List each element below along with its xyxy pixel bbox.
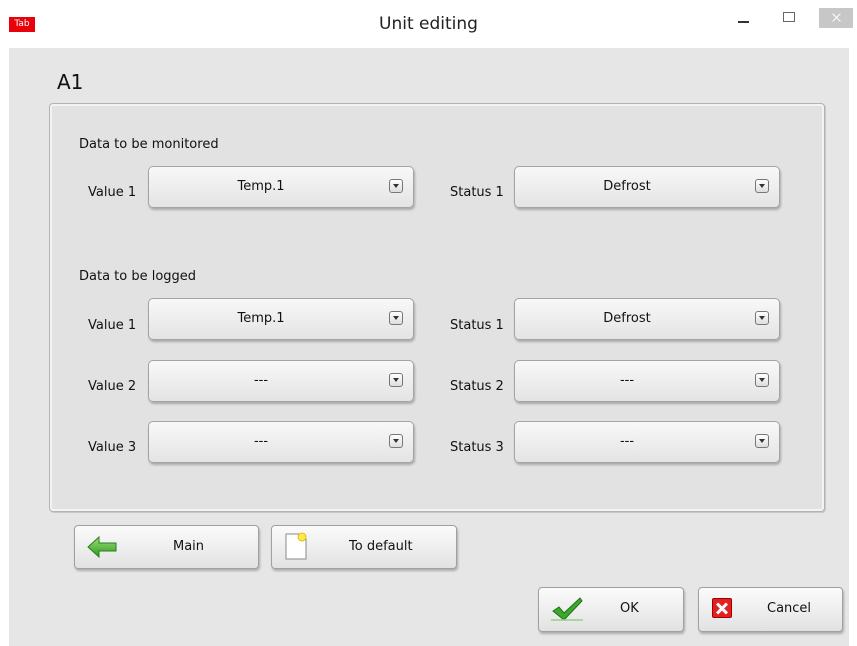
combo-value: --- — [619, 434, 635, 449]
settings-group: Data to be monitored Value 1 Temp.1 Stat… — [49, 103, 825, 512]
close-button[interactable] — [819, 8, 853, 28]
combo-value: --- — [253, 373, 269, 388]
main-button-label: Main — [173, 539, 205, 554]
logged-value1-label: Value 1 — [88, 318, 137, 333]
close-icon — [712, 598, 732, 618]
new-document-icon — [285, 532, 307, 560]
logged-value3-label: Value 3 — [88, 440, 137, 455]
logged-status3-label: Status 3 — [450, 440, 504, 455]
monitored-value1-label: Value 1 — [88, 185, 137, 200]
logged-value1-select[interactable]: Temp.1 — [148, 298, 414, 340]
chevron-down-icon — [389, 179, 403, 193]
logged-status2-label: Status 2 — [450, 379, 504, 394]
title-bar: Tab Unit editing — [0, 0, 857, 48]
ok-button-label: OK — [620, 601, 639, 616]
maximize-button[interactable] — [777, 8, 801, 32]
combo-value: --- — [253, 434, 269, 449]
unit-name: A1 — [57, 70, 84, 94]
logged-status2-select[interactable]: --- — [514, 360, 780, 402]
monitored-section-label: Data to be monitored — [79, 137, 219, 152]
cancel-button-label: Cancel — [767, 601, 812, 616]
chevron-down-icon — [755, 434, 769, 448]
logged-status1-label: Status 1 — [450, 318, 504, 333]
logged-value2-select[interactable]: --- — [148, 360, 414, 402]
chevron-down-icon — [389, 373, 403, 387]
combo-value: Temp.1 — [237, 311, 285, 326]
logged-section-label: Data to be logged — [79, 269, 197, 284]
chevron-down-icon — [755, 311, 769, 325]
chevron-down-icon — [755, 179, 769, 193]
minimize-button[interactable] — [732, 8, 756, 32]
dialog-content: A1 Data to be monitored Value 1 Temp.1 S… — [9, 48, 849, 646]
to-default-button-label: To default — [349, 539, 413, 554]
logged-status1-select[interactable]: Defrost — [514, 298, 780, 340]
ok-button[interactable]: OK — [538, 587, 684, 632]
combo-value: Defrost — [603, 311, 651, 326]
arrow-left-icon — [87, 536, 117, 558]
combo-value: Defrost — [603, 179, 651, 194]
monitored-status1-select[interactable]: Defrost — [514, 166, 780, 208]
to-default-button[interactable]: To default — [271, 525, 457, 569]
combo-value: Temp.1 — [237, 179, 285, 194]
chevron-down-icon — [755, 373, 769, 387]
monitored-value1-select[interactable]: Temp.1 — [148, 166, 414, 208]
combo-value: --- — [619, 373, 635, 388]
chevron-down-icon — [389, 311, 403, 325]
window-title: Unit editing — [379, 14, 478, 34]
chevron-down-icon — [389, 434, 403, 448]
checkmark-icon — [551, 597, 583, 621]
main-button[interactable]: Main — [74, 525, 259, 569]
logged-value3-select[interactable]: --- — [148, 421, 414, 463]
cancel-button[interactable]: Cancel — [698, 587, 843, 632]
logged-status3-select[interactable]: --- — [514, 421, 780, 463]
logged-value2-label: Value 2 — [88, 379, 137, 394]
monitored-status1-label: Status 1 — [450, 185, 504, 200]
